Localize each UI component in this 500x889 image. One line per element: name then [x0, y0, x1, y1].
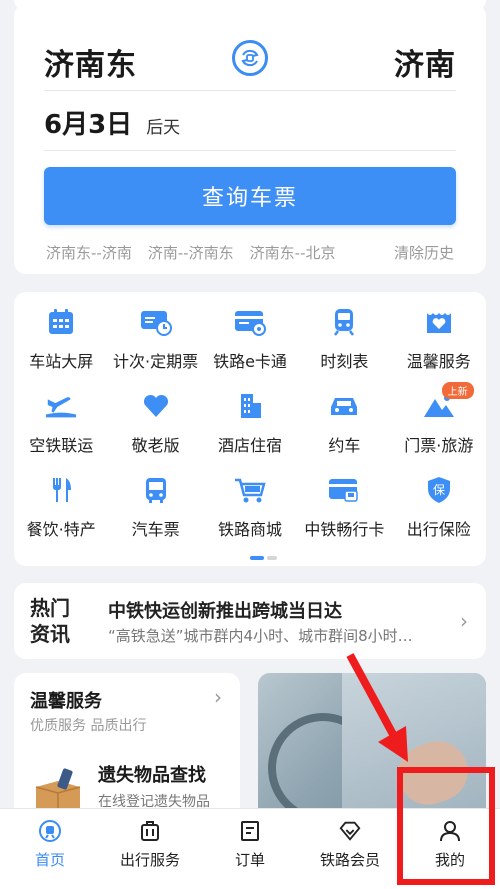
- date-picker[interactable]: 6月3日 后天: [44, 104, 180, 141]
- tab-travel-services[interactable]: 出行服务: [100, 809, 200, 889]
- lost-item-title: 遗失物品查找: [98, 765, 206, 786]
- route-query-card: 济南东 济南 6月3日 后天 查询车票 济南东--济南 济南--济南东 济南东-…: [14, 4, 486, 274]
- cart-icon: [233, 474, 267, 506]
- shield-insurance-icon: 保: [422, 474, 456, 506]
- hot-news-logo: 热门 资讯: [30, 596, 70, 646]
- service-label: 中铁畅行卡: [304, 520, 385, 539]
- tab-label: 出行服务: [119, 851, 180, 869]
- hot-news-card[interactable]: 热门 资讯 中铁快运创新推出跨城当日达 “高铁急送”城市群内4小时、城市群间8小…: [14, 583, 486, 659]
- annotation-highlight-box: [397, 767, 495, 885]
- service-label: 门票·旅游: [404, 436, 474, 455]
- order-list-icon: [238, 819, 262, 843]
- warm-service-title: 温馨服务: [30, 691, 102, 712]
- warm-service-card[interactable]: 温馨服务 › 优质服务 品质出行 遗失物品查找 在线登记遗失物品: [14, 673, 240, 823]
- history-item[interactable]: 济南东--北京: [250, 242, 336, 263]
- heart-shop-icon: [422, 306, 456, 338]
- tab-label: 首页: [34, 851, 65, 869]
- search-history: 济南东--济南 济南--济南东 济南东--北京 清除历史: [46, 242, 454, 263]
- car-icon: [327, 390, 361, 422]
- service-label: 敬老版: [131, 436, 180, 455]
- service-rail-mall[interactable]: 铁路商城: [203, 474, 297, 540]
- history-item[interactable]: 济南东--济南: [46, 242, 132, 263]
- service-timetable[interactable]: 时刻表: [297, 306, 391, 372]
- hotel-icon: [233, 390, 267, 422]
- service-warm-service[interactable]: 温馨服务: [392, 306, 486, 372]
- clear-history-button[interactable]: 清除历史: [394, 242, 454, 263]
- calendar-icon: [44, 306, 78, 338]
- svg-text:保: 保: [433, 483, 445, 497]
- service-e-card[interactable]: 铁路e卡通: [203, 306, 297, 372]
- travel-day-label: 后天: [146, 118, 181, 138]
- train-icon: [327, 306, 361, 338]
- service-elderly-mode[interactable]: 敬老版: [108, 390, 202, 456]
- annotation-arrow: [346, 653, 408, 762]
- service-label: 计次·定期票: [113, 352, 199, 371]
- service-label: 车站大屏: [29, 352, 94, 371]
- travel-date: 6月3日: [44, 110, 133, 140]
- e-card-icon: [233, 306, 267, 338]
- tab-home[interactable]: 首页: [0, 809, 100, 889]
- service-label: 铁路商城: [217, 520, 282, 539]
- service-station-screen[interactable]: 车站大屏: [14, 306, 108, 372]
- heart-icon: [139, 390, 173, 422]
- services-grid: 车站大屏 计次·定期票 铁路e卡通 时刻表 温馨服务 空铁联运 敬老版 酒店住宿…: [14, 306, 486, 540]
- tab-label: 订单: [234, 851, 265, 869]
- fork-knife-icon: [44, 474, 78, 506]
- service-car-booking[interactable]: 约车: [297, 390, 391, 456]
- chevron-right-icon: ›: [214, 685, 222, 709]
- home-train-icon: [38, 819, 62, 843]
- service-insurance[interactable]: 保 出行保险: [392, 474, 486, 540]
- query-tickets-button[interactable]: 查询车票: [44, 167, 456, 225]
- swap-stations-button[interactable]: [232, 40, 268, 76]
- swap-icon: [241, 49, 259, 67]
- service-periodic-ticket[interactable]: 计次·定期票: [108, 306, 202, 372]
- ticket-card-icon: [139, 306, 173, 338]
- service-label: 约车: [328, 436, 361, 455]
- service-label: 时刻表: [320, 352, 369, 371]
- tab-railway-membership[interactable]: 铁路会员: [300, 809, 400, 889]
- from-station[interactable]: 济南东: [44, 40, 137, 84]
- service-label: 温馨服务: [406, 352, 471, 371]
- news-title: 中铁快运创新推出跨城当日达: [108, 601, 342, 622]
- service-hotel[interactable]: 酒店住宿: [203, 390, 297, 456]
- service-travel-card[interactable]: 中铁畅行卡: [297, 474, 391, 540]
- tab-orders[interactable]: 订单: [200, 809, 300, 889]
- service-tickets-travel[interactable]: 上新 门票·旅游: [392, 382, 486, 456]
- warm-service-subtitle: 优质服务 品质出行: [30, 718, 147, 734]
- diamond-icon: [338, 819, 362, 843]
- luggage-icon: [138, 819, 162, 843]
- chevron-right-icon: ›: [460, 609, 468, 633]
- service-label: 餐饮·特产: [26, 520, 96, 539]
- service-label: 酒店住宿: [217, 436, 282, 455]
- plane-train-icon: [44, 390, 78, 422]
- lost-box-icon: [35, 768, 81, 813]
- new-badge: 上新: [441, 382, 474, 399]
- page-indicator: [250, 556, 277, 560]
- service-air-rail[interactable]: 空铁联运: [14, 390, 108, 456]
- services-card: 车站大屏 计次·定期票 铁路e卡通 时刻表 温馨服务 空铁联运 敬老版 酒店住宿…: [14, 292, 486, 566]
- service-label: 汽车票: [131, 520, 180, 539]
- service-food[interactable]: 餐饮·特产: [14, 474, 108, 540]
- service-label: 铁路e卡通: [213, 352, 287, 371]
- news-subtitle: “高铁急送”城市群内4小时、城市群间8小时…: [108, 627, 413, 645]
- service-label: 出行保险: [406, 520, 471, 539]
- divider: [44, 150, 456, 151]
- service-bus-ticket[interactable]: 汽车票: [108, 474, 202, 540]
- service-label: 空铁联运: [29, 436, 94, 455]
- bus-icon: [139, 474, 173, 506]
- membership-card-icon: [327, 474, 361, 506]
- to-station[interactable]: 济南: [394, 40, 456, 84]
- history-item[interactable]: 济南--济南东: [148, 242, 234, 263]
- divider: [44, 90, 456, 91]
- tab-label: 铁路会员: [319, 851, 380, 869]
